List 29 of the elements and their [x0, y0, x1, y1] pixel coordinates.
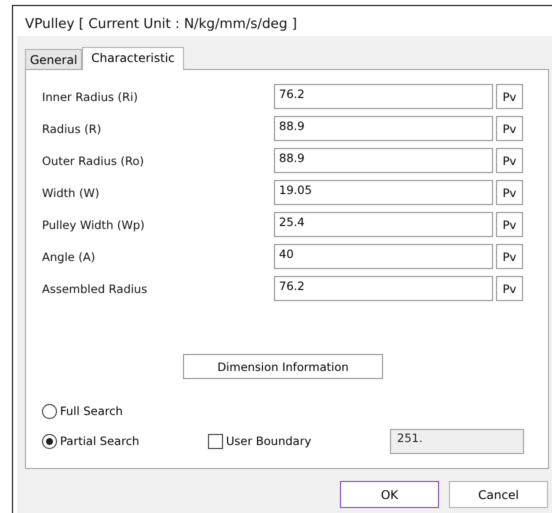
dialog-button[interactable]: Cancel — [449, 481, 548, 508]
input-field[interactable]: 40 — [274, 244, 493, 269]
pv-button[interactable]: Pv — [496, 212, 523, 237]
field-label: Assembled Radius — [41, 282, 148, 296]
dimension-information-button[interactable]: Dimension Information — [183, 354, 383, 379]
input-field[interactable]: 76.2 — [274, 84, 493, 109]
pv-button[interactable]: Pv — [496, 276, 523, 301]
window-title: VPulley [ Current Unit : N/kg/mm/s/deg ] — [24, 15, 298, 34]
tab[interactable]: Characteristic — [82, 47, 184, 70]
field-label: Inner Radius (Ri) — [41, 90, 139, 104]
input-field[interactable]: 19.05 — [274, 180, 493, 205]
input-field[interactable]: 88.9 — [274, 116, 493, 141]
pv-button[interactable]: Pv — [496, 180, 523, 205]
field-label: Width (W) — [41, 186, 100, 200]
field-label: Radius (R) — [41, 122, 102, 136]
tab[interactable]: General — [25, 49, 82, 69]
dialog-button[interactable]: OK — [340, 481, 439, 508]
field-label: Angle (A) — [41, 250, 96, 264]
pv-button[interactable]: Pv — [496, 84, 523, 109]
field-label: Pulley Width (Wp) — [41, 218, 146, 232]
pv-button[interactable]: Pv — [496, 244, 523, 269]
pv-button[interactable]: Pv — [496, 116, 523, 141]
radio-button[interactable]: Full Search — [42, 404, 208, 418]
field-label: Outer Radius (Ro) — [41, 154, 146, 168]
input-field[interactable]: 76.2 — [274, 276, 493, 301]
input-field[interactable]: 88.9 — [274, 148, 493, 173]
radio-button[interactable]: Partial Search — [42, 434, 208, 448]
input-field[interactable]: 25.4 — [274, 212, 493, 237]
pv-button[interactable]: Pv — [496, 148, 523, 173]
